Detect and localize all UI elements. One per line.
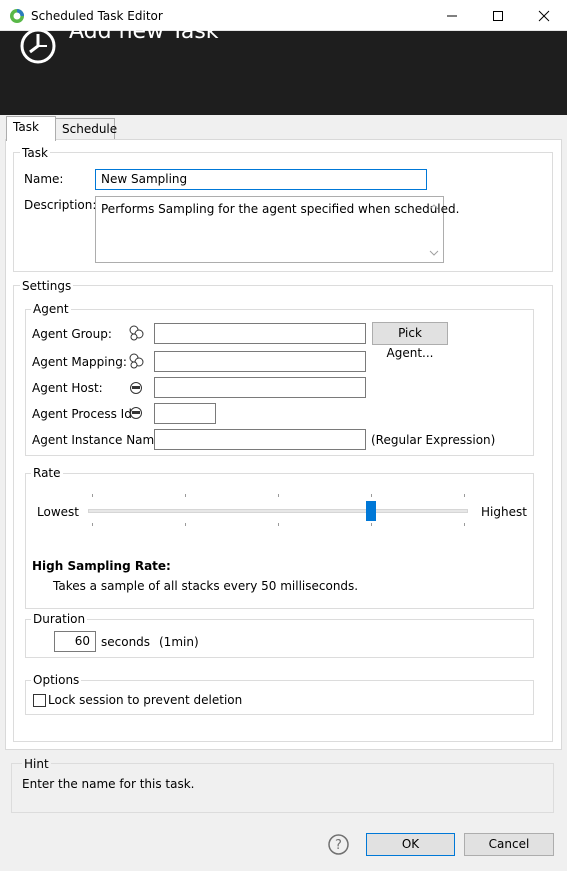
agent-instance-name-value xyxy=(155,430,365,434)
rate-description-text: Takes a sample of all stacks every 50 mi… xyxy=(53,579,359,593)
agent-host-label: Agent Host: xyxy=(32,381,103,395)
agent-mapping-value xyxy=(155,352,365,356)
rate-min-label: Lowest xyxy=(37,505,79,519)
maximize-icon xyxy=(493,10,503,21)
agent-group-value xyxy=(155,324,365,328)
agent-host-icon xyxy=(130,382,142,394)
rate-slider-track xyxy=(88,509,468,513)
settings-group-title: Settings xyxy=(20,279,74,293)
rate-slider[interactable] xyxy=(88,492,468,530)
rate-slider-tick xyxy=(278,494,279,497)
agent-process-id-value xyxy=(155,404,215,408)
agent-group-input[interactable] xyxy=(154,323,366,344)
maximize-button[interactable] xyxy=(475,0,521,31)
agent-process-id-input[interactable] xyxy=(154,403,216,424)
duration-group-title: Duration xyxy=(31,612,88,626)
agent-process-id-icon xyxy=(130,407,142,419)
duration-unit: seconds xyxy=(101,635,151,649)
rate-slider-tick xyxy=(185,494,186,497)
hint-text: Enter the name for this task. xyxy=(22,777,195,791)
rate-slider-tick xyxy=(185,523,186,526)
task-group-title: Task xyxy=(20,146,50,160)
rate-description-title: High Sampling Rate: xyxy=(32,559,171,573)
tab-schedule[interactable]: Schedule xyxy=(55,118,117,139)
stopwatch-icon xyxy=(20,22,56,64)
close-button[interactable] xyxy=(521,0,567,31)
agent-mapping-input[interactable] xyxy=(154,351,366,372)
agent-instance-name-label: Agent Instance Name: xyxy=(32,433,166,447)
name-input[interactable]: New Sampling xyxy=(95,169,427,190)
agent-mapping-label: Agent Mapping: xyxy=(32,355,127,369)
instance-name-note: (Regular Expression) xyxy=(371,433,496,447)
rate-slider-tick xyxy=(92,523,93,526)
duration-readable: (1min) xyxy=(159,635,199,649)
description-textarea[interactable]: Performs Sampling for the agent specifie… xyxy=(95,196,460,263)
agent-group-label: Agent Group: xyxy=(32,327,112,341)
agent-host-input[interactable] xyxy=(154,377,366,398)
lock-session-label[interactable]: Lock session to prevent deletion xyxy=(48,693,242,707)
rate-max-label: Highest xyxy=(481,505,527,519)
agent-host-value xyxy=(155,378,365,382)
ok-button[interactable]: OK xyxy=(366,833,455,856)
minimize-button[interactable] xyxy=(429,0,475,31)
svg-text:?: ? xyxy=(335,838,342,853)
rate-slider-tick xyxy=(464,523,465,526)
minimize-icon xyxy=(447,15,457,16)
name-label: Name: xyxy=(24,172,64,186)
tab-task[interactable]: Task xyxy=(6,116,56,141)
help-icon[interactable]: ? xyxy=(328,834,349,855)
rate-slider-tick xyxy=(278,523,279,526)
pick-agent-button[interactable]: Pick Agent... xyxy=(372,322,448,360)
options-group-title: Options xyxy=(31,673,82,687)
name-input-value: New Sampling xyxy=(101,172,188,186)
cancel-button[interactable]: Cancel xyxy=(464,833,554,856)
page-title: Add new Task xyxy=(69,19,219,44)
hint-title: Hint xyxy=(22,757,51,771)
scroll-up-icon[interactable] xyxy=(429,203,439,211)
rate-slider-tick xyxy=(92,494,93,497)
lock-session-checkbox[interactable] xyxy=(33,694,46,707)
description-value: Performs Sampling for the agent specifie… xyxy=(101,202,460,216)
rate-slider-tick xyxy=(464,494,465,497)
agent-group-icon xyxy=(129,325,144,341)
rate-group-title: Rate xyxy=(31,466,63,480)
rate-slider-tick xyxy=(371,523,372,526)
close-icon xyxy=(538,10,550,21)
agent-group-title: Agent xyxy=(31,302,71,316)
agent-mapping-icon xyxy=(129,353,144,369)
scroll-down-icon[interactable] xyxy=(429,249,439,257)
description-label: Description: xyxy=(24,198,97,212)
agent-instance-name-input[interactable] xyxy=(154,429,366,450)
rate-slider-tick xyxy=(371,494,372,497)
duration-value: 60 xyxy=(74,634,90,648)
duration-input[interactable]: 60 xyxy=(54,631,96,652)
rate-slider-thumb[interactable] xyxy=(366,501,376,521)
agent-process-id-label: Agent Process Id: xyxy=(32,407,136,421)
